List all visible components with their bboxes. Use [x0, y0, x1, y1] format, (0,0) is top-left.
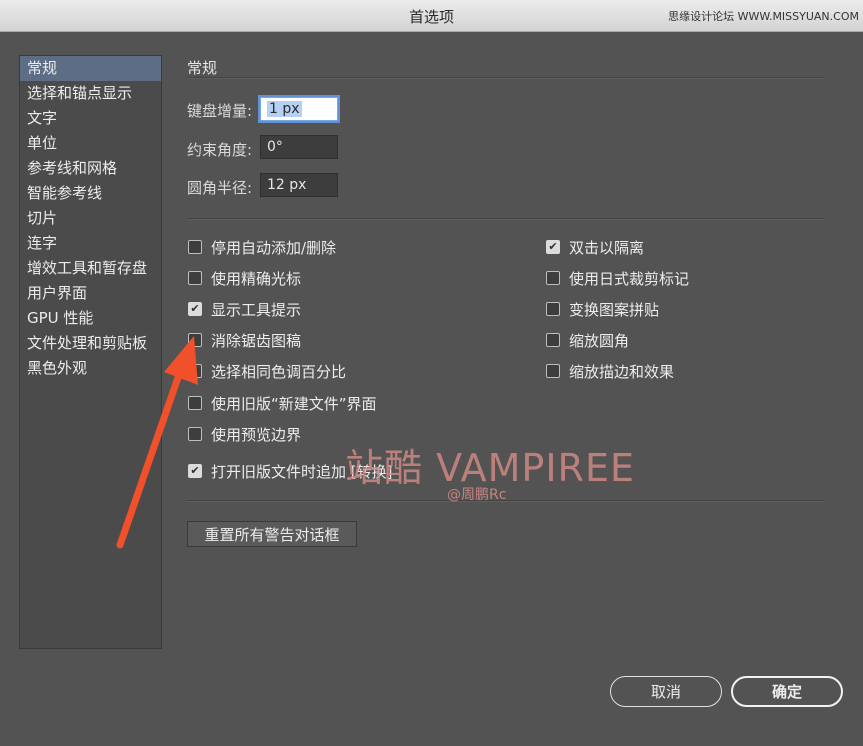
- keyboard-increment-value: 1 px: [267, 101, 302, 117]
- sidebar-item-slices[interactable]: 切片: [20, 206, 161, 231]
- site-watermark: 思缘设计论坛 WWW.MISSYUAN.COM: [668, 10, 859, 23]
- checkbox-label: 使用旧版“新建文件”界面: [211, 394, 377, 413]
- checkmark-icon[interactable]: ✔: [188, 464, 202, 478]
- checkmark-icon[interactable]: ✔: [188, 302, 202, 316]
- checkbox-use-preview-bounds[interactable]: 使用预览边界: [188, 424, 301, 444]
- sidebar-item-general[interactable]: 常规: [20, 56, 161, 81]
- section-title: 常规: [187, 59, 218, 77]
- sidebar-item-hyphenation[interactable]: 连字: [20, 231, 161, 256]
- checkbox-show-tool-tips[interactable]: ✔ 显示工具提示: [188, 299, 301, 319]
- checkbox-box[interactable]: [546, 271, 560, 285]
- checkbox-box[interactable]: [188, 333, 202, 347]
- sidebar-item-type[interactable]: 文字: [20, 106, 161, 131]
- title-bar: 首选项 思缘设计论坛 WWW.MISSYUAN.COM: [0, 0, 863, 32]
- sidebar-item-selection-anchor-display[interactable]: 选择和锚点显示: [20, 81, 161, 106]
- checkbox-label: 缩放圆角: [569, 331, 630, 350]
- checkbox-box[interactable]: [188, 364, 202, 378]
- checkbox-label: 显示工具提示: [211, 300, 302, 319]
- checkbox-label: 变换图案拼贴: [569, 300, 660, 319]
- checkbox-disable-auto-add-delete[interactable]: 停用自动添加/删除: [188, 237, 336, 257]
- checkbox-box[interactable]: [188, 427, 202, 441]
- checkbox-label: 使用预览边界: [211, 425, 302, 444]
- checkbox-label: 使用日式裁剪标记: [569, 269, 690, 288]
- corner-radius-input[interactable]: [260, 173, 338, 197]
- checkbox-select-same-tint[interactable]: 选择相同色调百分比: [188, 361, 346, 381]
- sidebar-item-user-interface[interactable]: 用户界面: [20, 281, 161, 306]
- fields-divider: [187, 218, 825, 220]
- cancel-button[interactable]: 取消: [610, 676, 722, 707]
- checkbox-box[interactable]: [546, 333, 560, 347]
- checkbox-label: 消除锯齿图稿: [211, 331, 302, 350]
- checkbox-scale-strokes-effects[interactable]: 缩放描边和效果: [546, 361, 674, 381]
- checkbox-japanese-crop-marks[interactable]: 使用日式裁剪标记: [546, 268, 689, 288]
- checkbox-scale-corners[interactable]: 缩放圆角: [546, 330, 629, 350]
- checkbox-legacy-new-document[interactable]: 使用旧版“新建文件”界面: [188, 393, 377, 413]
- sidebar-item-units[interactable]: 单位: [20, 131, 161, 156]
- sidebar-item-black-appearance[interactable]: 黑色外观: [20, 356, 161, 381]
- checkbox-anti-aliased-artwork[interactable]: 消除锯齿图稿: [188, 330, 301, 350]
- sidebar-item-guides-grid[interactable]: 参考线和网格: [20, 156, 161, 181]
- ok-button[interactable]: 确定: [731, 676, 843, 707]
- sidebar-item-file-handling-clipboard[interactable]: 文件处理和剪贴板: [20, 331, 161, 356]
- sidebar-item-plugins-scratch-disks[interactable]: 增效工具和暂存盘: [20, 256, 161, 281]
- checkbox-box[interactable]: [546, 364, 560, 378]
- corner-radius-label: 圆角半径:: [187, 179, 253, 197]
- checkbox-label: 双击以隔离: [569, 238, 645, 257]
- checkbox-box[interactable]: [188, 271, 202, 285]
- checkbox-box[interactable]: [546, 302, 560, 316]
- checkbox-label: 选择相同色调百分比: [211, 362, 347, 381]
- checkmark-icon[interactable]: ✔: [546, 240, 560, 254]
- checkbox-transform-pattern-tiles[interactable]: 变换图案拼贴: [546, 299, 659, 319]
- constrain-angle-label: 约束角度:: [187, 141, 253, 159]
- watermark-author: @周鹏Rc: [447, 487, 507, 503]
- section-divider: [187, 77, 825, 79]
- sidebar-item-gpu-performance[interactable]: GPU 性能: [20, 306, 161, 331]
- checkbox-label: 停用自动添加/删除: [211, 238, 337, 257]
- category-list[interactable]: 常规 选择和锚点显示 文字 单位 参考线和网格 智能参考线 切片 连字 增效工具…: [19, 55, 162, 649]
- checkbox-box[interactable]: [188, 396, 202, 410]
- checkbox-label: 使用精确光标: [211, 269, 302, 288]
- constrain-angle-input[interactable]: [260, 135, 338, 159]
- checkbox-double-click-isolate[interactable]: ✔ 双击以隔离: [546, 237, 644, 257]
- checkbox-box[interactable]: [188, 240, 202, 254]
- sidebar-item-smart-guides[interactable]: 智能参考线: [20, 181, 161, 206]
- reset-warning-dialogs-button[interactable]: 重置所有警告对话框: [187, 521, 357, 547]
- checkbox-use-precise-cursors[interactable]: 使用精确光标: [188, 268, 301, 288]
- keyboard-increment-label: 键盘增量:: [187, 102, 253, 120]
- checkbox-label: 缩放描边和效果: [569, 362, 675, 381]
- keyboard-increment-input[interactable]: 1 px: [260, 97, 338, 121]
